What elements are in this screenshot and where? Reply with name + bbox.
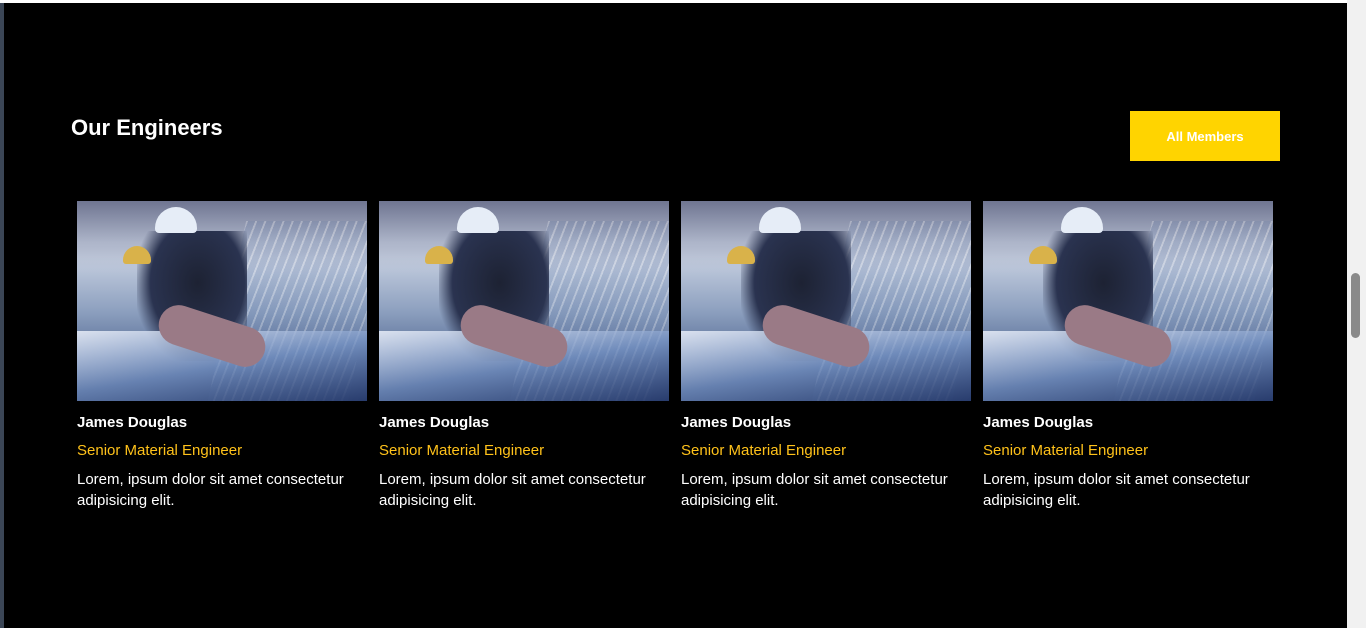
engineer-name: James Douglas [77, 414, 188, 431]
scrollbar-thumb[interactable] [1351, 273, 1360, 338]
engineer-role: Senior Material Engineer [983, 442, 1149, 459]
engineer-role: Senior Material Engineer [77, 442, 243, 459]
engineer-role: Senior Material Engineer [379, 442, 545, 459]
all-members-button[interactable]: All Members [1130, 111, 1280, 161]
engineer-description: Lorem, ipsum dolor sit amet consectetur … [379, 471, 646, 509]
engineer-card[interactable]: James Douglas Senior Material Engineer L… [379, 201, 669, 511]
engineer-name: James Douglas [379, 414, 490, 431]
engineer-description: Lorem, ipsum dolor sit amet consectetur … [983, 471, 1250, 509]
engineer-card[interactable]: James Douglas Senior Material Engineer L… [681, 201, 971, 511]
engineer-description: Lorem, ipsum dolor sit amet consectetur … [681, 471, 948, 509]
section-title: Our Engineers [71, 115, 223, 140]
engineer-description: Lorem, ipsum dolor sit amet consectetur … [77, 471, 344, 509]
engineer-card[interactable]: James Douglas Senior Material Engineer L… [77, 201, 367, 511]
engineer-photo [379, 201, 669, 401]
engineer-name: James Douglas [681, 414, 792, 431]
vertical-scrollbar[interactable] [1347, 0, 1366, 628]
engineer-name: James Douglas [983, 414, 1094, 431]
engineer-photo [681, 201, 971, 401]
engineer-photo [77, 201, 367, 401]
engineer-photo [983, 201, 1273, 401]
engineer-role: Senior Material Engineer [681, 442, 847, 459]
page-viewport: Our Engineers All Members James Douglas … [4, 3, 1347, 628]
engineer-cards: James Douglas Senior Material Engineer L… [77, 201, 1273, 511]
engineer-card[interactable]: James Douglas Senior Material Engineer L… [983, 201, 1273, 511]
